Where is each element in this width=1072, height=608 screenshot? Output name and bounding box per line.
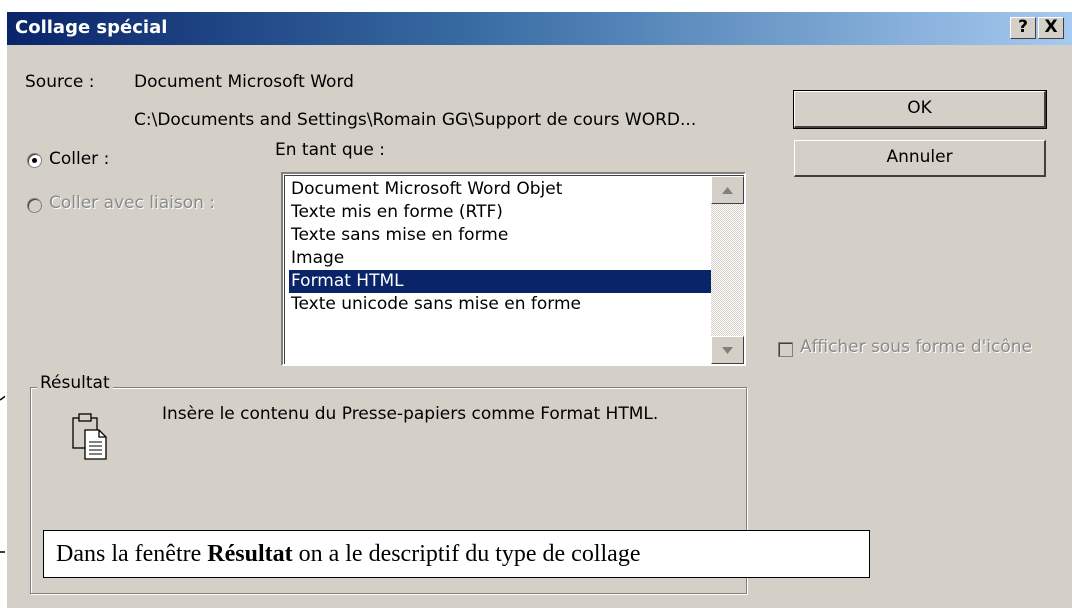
listbox-inner: Document Microsoft Word Objet Texte mis … <box>284 175 744 364</box>
title-bar[interactable]: Collage spécial ? X <box>7 12 1072 45</box>
scroll-up-button[interactable] <box>711 176 744 204</box>
source-path: C:\Documents and Settings\Romain GG\Supp… <box>134 110 697 130</box>
source-label: Source : <box>25 72 95 92</box>
cancel-button[interactable]: Annuler <box>794 140 1046 177</box>
window-title: Collage spécial <box>15 17 168 38</box>
paste-link-label: Coller avec liaison : <box>49 193 216 213</box>
source-name: Document Microsoft Word <box>134 72 354 92</box>
list-item[interactable]: Texte sans mise en forme <box>289 224 713 247</box>
list-item[interactable]: Texte unicode sans mise en forme <box>289 293 713 316</box>
display-as-icon-label: Afficher sous forme d'icône <box>800 337 1032 357</box>
result-description: Insère le contenu du Presse-papiers comm… <box>162 404 659 424</box>
arrow-up-icon <box>722 187 733 194</box>
arrow-down-icon <box>722 347 733 354</box>
callout-prefix: Dans la fenêtre <box>56 541 208 567</box>
format-listbox[interactable]: Document Microsoft Word Objet Texte mis … <box>281 172 746 366</box>
help-button[interactable]: ? <box>1010 17 1036 39</box>
list-item-selected[interactable]: Format HTML <box>288 269 714 294</box>
ok-button[interactable]: OK <box>793 90 1047 129</box>
callout-suffix: on a le descriptif du type de collage <box>292 541 641 567</box>
list-item[interactable]: Image <box>289 247 713 270</box>
paste-special-dialog: Collage spécial ? X Source : Document Mi… <box>5 10 1072 608</box>
scroll-down-button[interactable] <box>711 336 744 364</box>
paste-radio[interactable] <box>27 153 42 168</box>
listbox-scrollbar[interactable] <box>711 176 744 364</box>
list-item[interactable]: Document Microsoft Word Objet <box>289 178 713 201</box>
as-label: En tant que : <box>275 140 386 160</box>
callout-bold: Résultat <box>207 541 293 567</box>
paste-label[interactable]: Coller : <box>49 149 109 169</box>
result-label: Résultat <box>37 373 113 393</box>
display-as-icon-checkbox <box>778 342 793 357</box>
radio-dot <box>32 158 37 163</box>
list-item[interactable]: Texte mis en forme (RTF) <box>289 201 713 224</box>
clipboard-icon <box>72 413 107 460</box>
paste-link-radio <box>27 198 42 213</box>
annotation-callout: Dans la fenêtre Résultat on a le descrip… <box>43 530 870 578</box>
close-button[interactable]: X <box>1038 17 1064 39</box>
